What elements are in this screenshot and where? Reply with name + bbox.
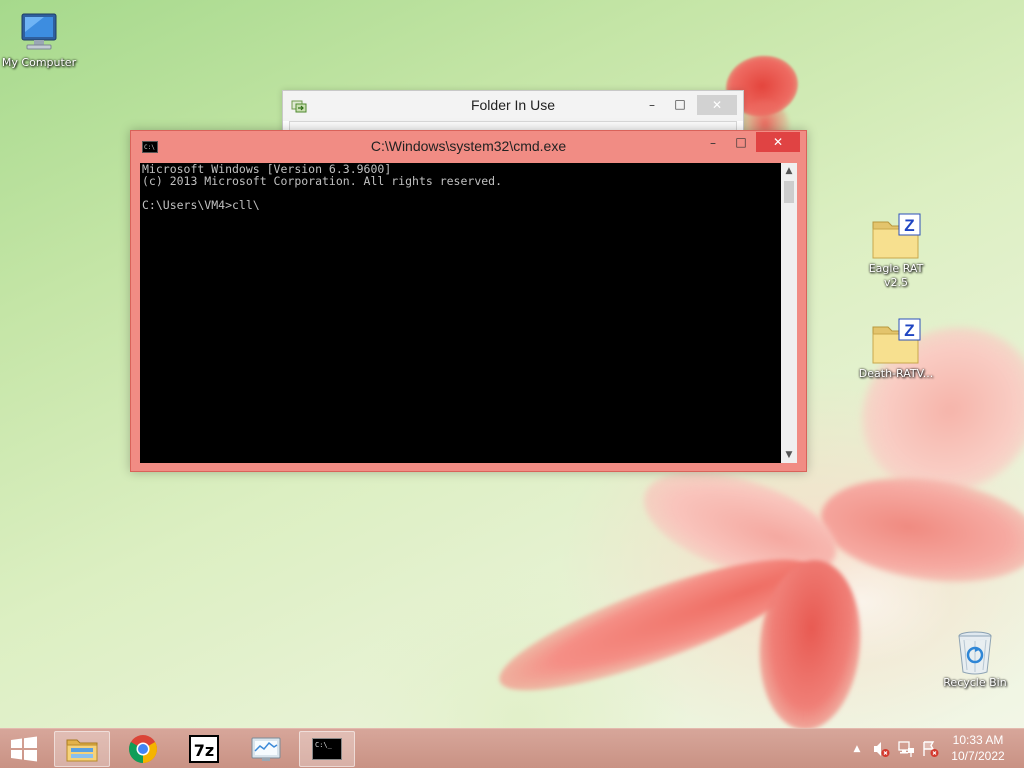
maximize-button[interactable]: □ — [669, 94, 691, 114]
taskbar: 7z C:\_ ▲ 10:33 AM 10/7/2022 — [0, 728, 1024, 768]
console-line: C:\Users\VM4>cll\ — [142, 198, 260, 212]
minimize-button[interactable]: – — [701, 133, 725, 153]
computer-icon — [21, 13, 57, 50]
desktop-icon-label: Eagle RAT v2.5 — [868, 262, 924, 289]
desktop-background: My Computer Z Eagle RAT v2.5 Z Death-RAT… — [0, 0, 1024, 728]
cmd-window[interactable]: C:\ C:\Windows\system32\cmd.exe – □ ✕ Mi… — [130, 130, 807, 472]
7zip-icon: 7z — [189, 735, 219, 763]
svg-text:Z: Z — [904, 321, 914, 340]
taskbar-clock[interactable]: 10:33 AM 10/7/2022 — [948, 732, 1008, 764]
file-explorer-icon — [66, 739, 98, 762]
minimize-button[interactable]: – — [641, 95, 663, 115]
desktop-icon-recycle-bin[interactable]: Recycle Bin — [930, 628, 1020, 690]
desktop-icon-eagle-rat[interactable]: Z Eagle RAT v2.5 — [851, 212, 941, 290]
winzip-archive-icon: Z — [872, 213, 921, 259]
taskbar-resource-monitor[interactable] — [238, 731, 294, 767]
taskbar-file-explorer[interactable] — [54, 731, 110, 767]
cmd-taskbar-label: C:\_ — [315, 741, 333, 749]
wallpaper-petal — [814, 465, 1024, 595]
clock-time: 10:33 AM — [952, 733, 1004, 747]
close-button[interactable]: ✕ — [697, 95, 737, 115]
scroll-thumb[interactable] — [784, 181, 794, 203]
taskbar-7zip[interactable]: 7z — [176, 731, 232, 767]
desktop-icon-label: Recycle Bin — [943, 676, 1007, 689]
maximize-button[interactable]: □ — [729, 132, 753, 152]
recycle-bin-icon — [958, 631, 992, 675]
taskbar-cmd[interactable]: C:\_ — [299, 731, 355, 767]
desktop-icon-label: Death-RATV... — [858, 367, 934, 380]
taskbar-chrome[interactable] — [115, 731, 171, 767]
7zip-label: 7z — [194, 741, 214, 760]
desktop-icon-death-rat[interactable]: Z Death-RATV... — [851, 317, 941, 381]
console-line: (c) 2013 Microsoft Corporation. All righ… — [142, 174, 503, 188]
system-tray: ▲ — [850, 729, 940, 769]
windows-logo-icon — [11, 736, 37, 762]
desktop-icon-label: My Computer — [1, 56, 77, 69]
volume-muted-icon[interactable] — [872, 740, 890, 758]
resource-monitor-icon — [251, 737, 281, 761]
cmd-icon: C:\_ — [312, 738, 342, 760]
desktop-icon-my-computer[interactable]: My Computer — [0, 10, 84, 70]
scroll-down-arrow[interactable]: ▼ — [781, 447, 797, 463]
close-button[interactable]: ✕ — [756, 132, 800, 152]
action-center-icon[interactable] — [921, 740, 939, 758]
winzip-archive-icon: Z — [872, 318, 921, 364]
network-icon[interactable] — [897, 740, 915, 758]
title-bar[interactable]: Folder In Use – □ ✕ — [283, 91, 743, 121]
chrome-icon — [129, 735, 157, 763]
vertical-scrollbar[interactable]: ▲ ▼ — [781, 163, 797, 463]
console-text: Microsoft Windows [Version 6.3.9600] (c)… — [142, 163, 502, 211]
console-output[interactable]: Microsoft Windows [Version 6.3.9600] (c)… — [140, 163, 781, 463]
clock-date: 10/7/2022 — [951, 749, 1005, 763]
svg-text:Z: Z — [904, 216, 914, 235]
scroll-up-arrow[interactable]: ▲ — [781, 163, 797, 179]
show-hidden-icons[interactable]: ▲ — [850, 741, 864, 757]
start-button[interactable] — [0, 731, 48, 767]
